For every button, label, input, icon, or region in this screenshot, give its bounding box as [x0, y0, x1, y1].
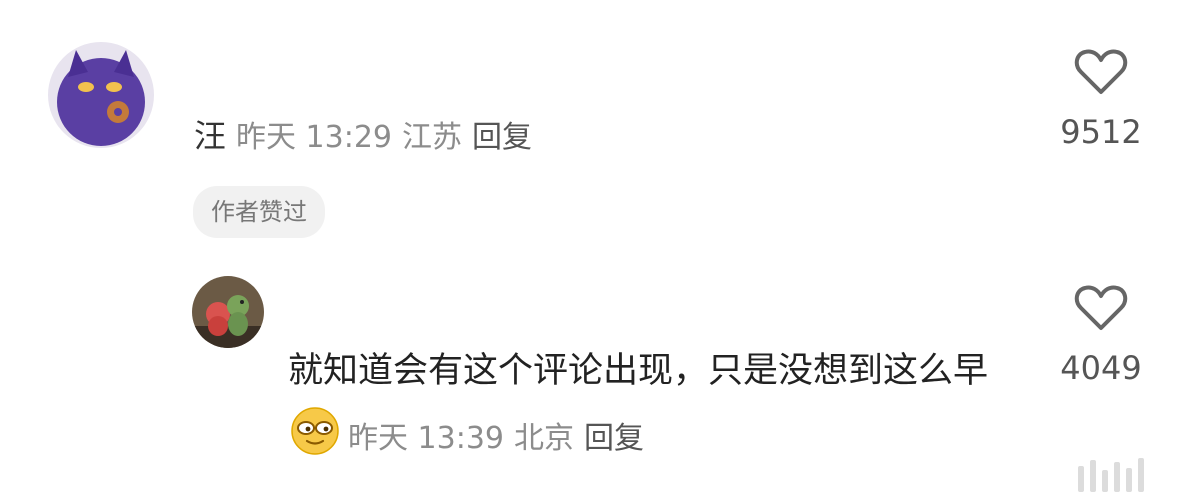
reply-location: 北京 — [514, 421, 574, 456]
reply-text: 就知道会有这个评论出现，只是没想到这么早 昨天 13:39 北京 回复 — [288, 338, 1018, 470]
watermark — [1078, 452, 1168, 492]
comment-meta: 汪昨天 13:29 江苏 回复 — [194, 116, 542, 158]
comment-reply-button[interactable]: 回复 — [472, 120, 532, 155]
heart-outline-icon — [1074, 49, 1128, 94]
comment-author[interactable]: 汪 — [194, 117, 226, 155]
reply-like-count: 4049 — [1060, 349, 1142, 387]
smirk-glasses-emoji — [291, 407, 339, 455]
reply-avatar[interactable] — [192, 276, 264, 348]
reply-like-button[interactable]: 4049 — [1046, 284, 1156, 388]
comment-like-button[interactable]: 9512 — [1046, 48, 1156, 152]
author-liked-badge: 作者赞过 — [193, 186, 325, 238]
reply-reply-button[interactable]: 回复 — [584, 421, 644, 456]
comment-location: 江苏 — [402, 120, 463, 155]
comment-time: 昨天 13:29 — [236, 120, 393, 155]
reply-time: 昨天 13:39 — [348, 421, 504, 456]
heart-outline-icon — [1074, 285, 1128, 330]
reply-content: 就知道会有这个评论出现，只是没想到这么早 — [288, 351, 989, 391]
comment-like-count: 9512 — [1060, 113, 1142, 151]
comment-avatar[interactable] — [48, 42, 154, 148]
